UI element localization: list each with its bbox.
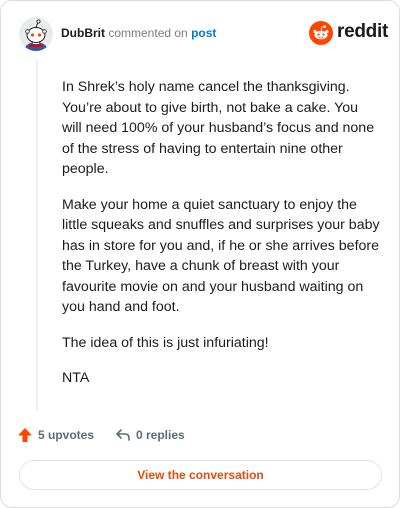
comment-paragraph: Make your home a quiet sanctuary to enjo… <box>62 196 380 316</box>
embedded-comment-card: DubBrit commented on post reddit In Shre… <box>0 0 400 508</box>
reply-arrow-icon <box>116 429 130 441</box>
username-link[interactable]: DubBrit <box>61 26 105 40</box>
comment-header: DubBrit commented on post reddit <box>19 17 388 51</box>
reddit-logo[interactable]: reddit <box>309 20 388 46</box>
comment-paragraph: In Shrek’s holy name cancel the thanksgi… <box>62 79 375 177</box>
comment-body: In Shrek’s holy name cancel the thanksgi… <box>62 77 380 404</box>
view-conversation-button[interactable]: View the conversation <box>19 460 382 490</box>
reddit-logo-icon <box>309 21 333 45</box>
action-text: commented on <box>108 26 188 40</box>
upvote-count: 5 upvotes <box>38 428 95 442</box>
upvote-button[interactable]: 5 upvotes <box>17 427 94 443</box>
upvote-arrow-icon <box>18 428 32 442</box>
thread-line <box>36 59 38 411</box>
snoo-avatar-icon[interactable] <box>19 17 53 51</box>
comment-paragraph: The idea of this is just infuriating! <box>62 334 269 351</box>
reddit-wordmark: reddit <box>337 21 388 42</box>
comment-paragraph: NTA <box>62 370 90 386</box>
reply-button[interactable]: 0 replies <box>115 427 185 443</box>
comment-meta: DubBrit commented on post <box>61 26 216 40</box>
post-link[interactable]: post <box>191 26 216 40</box>
reply-count: 0 replies <box>136 428 185 442</box>
